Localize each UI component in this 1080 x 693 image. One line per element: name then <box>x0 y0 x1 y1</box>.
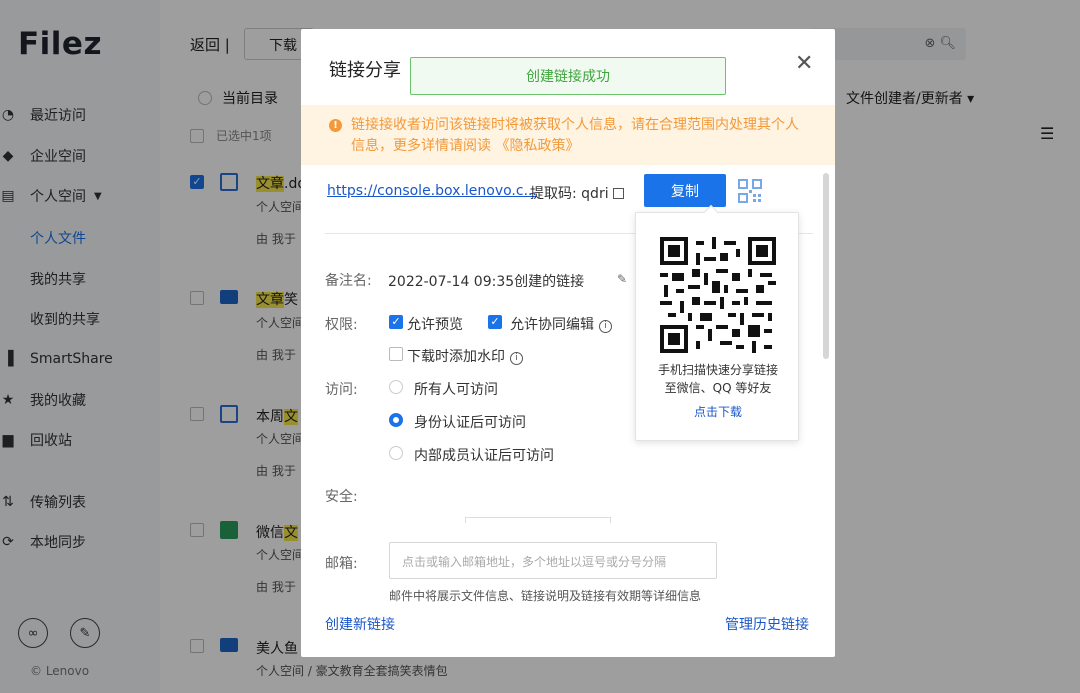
share-link-dialog: 链接分享 创建链接成功 ✕ ! 链接接收者访问该链接时将被获取个人信息，请在合理… <box>301 29 835 657</box>
dialog-scrollbar[interactable] <box>823 173 829 359</box>
note-label: 备注名: <box>325 273 372 289</box>
popover-arrow <box>703 204 719 220</box>
qr-code-image <box>660 237 776 353</box>
edit-icon[interactable]: ✎ <box>617 272 627 286</box>
qr-description: 手机扫描快速分享链接 至微信、QQ 等好友 <box>657 363 778 395</box>
allow-coedit-checkbox[interactable]: ✓ <box>488 315 502 329</box>
watermark-checkbox[interactable] <box>389 347 403 361</box>
security-select[interactable] <box>465 517 611 523</box>
permission-label: 权限: <box>325 317 358 333</box>
access-internal-radio[interactable] <box>389 446 403 460</box>
access-auth-radio[interactable] <box>389 413 403 427</box>
email-input[interactable]: 点击或输入邮箱地址，多个地址以逗号或分号分隔 <box>389 542 717 579</box>
access-all-radio[interactable] <box>389 380 403 394</box>
dialog-title: 链接分享 <box>329 60 401 81</box>
note-value: 2022-07-14 09:35创建的链接 <box>388 274 585 290</box>
manage-history-links-button[interactable]: 管理历史链接 <box>725 614 809 634</box>
allow-coedit-label[interactable]: 允许协同编辑 i <box>510 314 612 334</box>
extract-code: 提取码: qdri <box>530 183 624 203</box>
copy-button[interactable]: 复制 <box>644 174 726 207</box>
allow-preview-label[interactable]: 允许预览 <box>407 314 463 334</box>
email-label: 邮箱: <box>325 556 358 572</box>
watermark-label[interactable]: 下载时添加水印 i <box>407 346 523 366</box>
security-label: 安全: <box>325 489 358 505</box>
access-internal-label[interactable]: 内部成员认证后可访问 <box>414 445 554 465</box>
info-icon[interactable]: i <box>510 352 523 365</box>
create-new-link-button[interactable]: 创建新链接 <box>325 614 395 634</box>
warning-text-line1: 链接接收者访问该链接时将被获取个人信息，请在合理范围内处理其个人 <box>351 117 799 133</box>
access-label: 访问: <box>325 382 358 398</box>
share-link-url[interactable]: https://console.box.lenovo.c... <box>327 183 537 199</box>
success-toast: 创建链接成功 <box>410 57 726 95</box>
qr-download-link[interactable]: 点击下载 <box>636 403 800 420</box>
privacy-warning: ! 链接接收者访问该链接时将被获取个人信息，请在合理范围内处理其个人 信息，更多… <box>301 105 835 165</box>
qr-popover: 手机扫描快速分享链接 至微信、QQ 等好友 点击下载 <box>635 204 800 441</box>
email-hint: 邮件中将展示文件信息、链接说明及链接有效期等详细信息 <box>389 589 702 603</box>
warning-icon: ! <box>329 119 342 132</box>
qr-code-icon[interactable] <box>737 178 763 204</box>
warning-text-line2[interactable]: 信息，更多详情请阅读 《隐私政策》 <box>351 136 815 157</box>
allow-preview-checkbox[interactable]: ✓ <box>389 315 403 329</box>
access-auth-label[interactable]: 身份认证后可访问 <box>414 412 526 432</box>
close-icon[interactable]: ✕ <box>795 51 813 76</box>
access-all-label[interactable]: 所有人可访问 <box>414 379 498 399</box>
info-icon[interactable]: i <box>599 320 612 333</box>
copy-code-icon[interactable] <box>612 188 624 199</box>
